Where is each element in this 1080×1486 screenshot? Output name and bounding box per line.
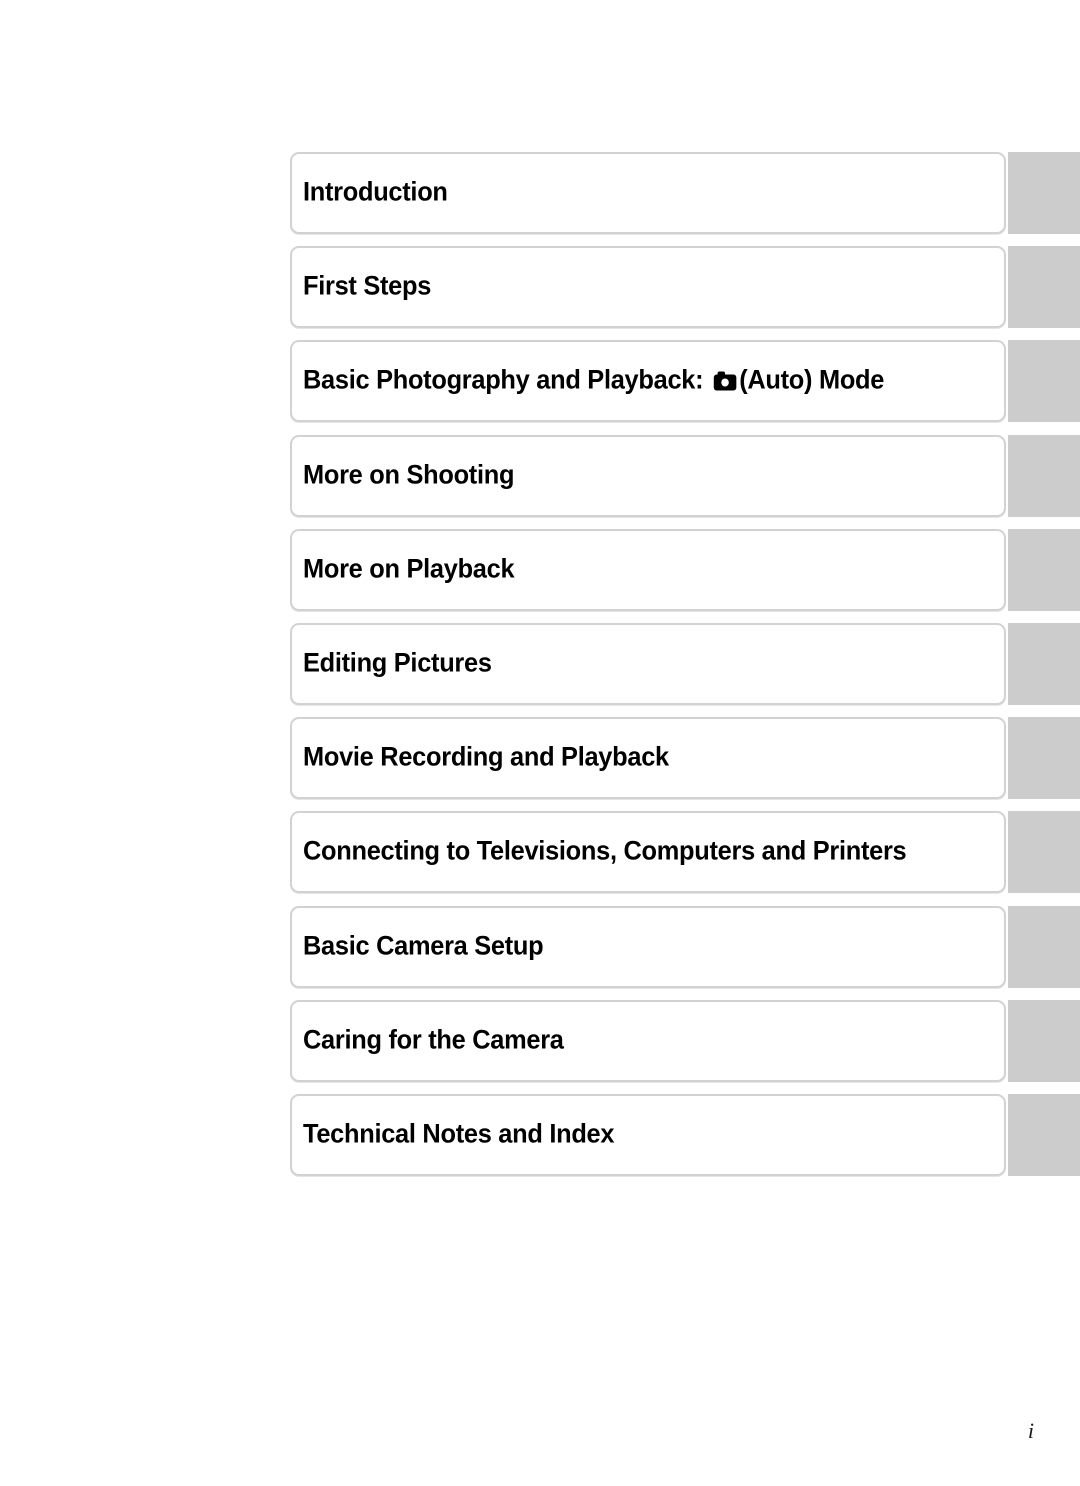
toc-entry-connecting-to-televisions-computers-and-printers[interactable]: Connecting to Televisions, Computers and… [290,811,1006,894]
table-of-contents-row[interactable]: Editing Pictures [0,621,1080,715]
index-tab-marker [1008,340,1080,423]
table-of-contents-row[interactable]: Basic Camera Setup [0,904,1080,998]
toc-entry-label: Introduction [303,176,448,207]
table-of-contents: Introduction First Steps Basic Photograp… [0,150,1080,1186]
table-of-contents-row[interactable]: More on Playback [0,527,1080,621]
toc-entry-label: Editing Pictures [303,647,492,678]
table-of-contents-row[interactable]: More on Shooting [0,433,1080,527]
toc-entry-label: More on Shooting [303,459,515,490]
index-tab-marker [1008,152,1080,234]
index-tab-marker [1008,246,1080,329]
toc-entry-more-on-playback[interactable]: More on Playback [290,528,1006,611]
toc-entry-label: Basic Camera Setup [303,930,544,960]
camera-auto-icon [713,371,737,391]
document-page: Introduction First Steps Basic Photograp… [0,0,1080,1486]
index-tab-marker [1008,434,1080,517]
table-of-contents-row[interactable]: First Steps [0,244,1080,338]
toc-entry-label: First Steps [303,270,432,301]
toc-entry-movie-recording-and-playback[interactable]: Movie Recording and Playback [290,717,1006,800]
toc-entry-technical-notes-and-index[interactable]: Technical Notes and Index [290,1093,1006,1176]
index-tab-marker [1008,905,1080,988]
toc-entry-label: Caring for the Camera [303,1024,564,1055]
page-number: i [1027,1418,1034,1443]
index-tab-marker [1008,1093,1080,1176]
toc-entry-label: Connecting to Televisions, Computers and… [303,835,907,866]
toc-entry-caring-for-the-camera[interactable]: Caring for the Camera [290,999,1006,1082]
table-of-contents-row[interactable]: Movie Recording and Playback [0,715,1080,809]
toc-entry-label-after-icon: (Auto) Mode [739,364,885,395]
table-of-contents-row[interactable]: Caring for the Camera [0,998,1080,1092]
toc-entry-editing-pictures[interactable]: Editing Pictures [290,622,1006,705]
table-of-contents-row[interactable]: Connecting to Televisions, Computers and… [0,809,1080,903]
toc-entry-label-before-icon: Basic Photography and Playback: [303,364,711,395]
toc-entry-label: Movie Recording and Playback [303,741,669,772]
toc-entry-basic-camera-setup[interactable]: Basic Camera Setup [290,905,1006,988]
table-of-contents-row[interactable]: Technical Notes and Index [0,1092,1080,1186]
toc-entry-introduction[interactable]: Introduction [290,152,1006,234]
toc-entry-more-on-shooting[interactable]: More on Shooting [290,434,1006,517]
toc-entry-label: Basic Photography and Playback: (Auto) M… [303,365,921,396]
toc-entry-first-steps[interactable]: First Steps [290,246,1006,329]
index-tab-marker [1008,811,1080,894]
toc-entry-basic-photography-and-playback[interactable]: Basic Photography and Playback: (Auto) M… [290,340,1006,423]
index-tab-marker [1008,717,1080,800]
index-tab-marker [1008,999,1080,1082]
index-tab-marker [1008,622,1080,705]
toc-entry-label: Technical Notes and Index [303,1118,615,1149]
index-tab-marker [1008,528,1080,611]
table-of-contents-row[interactable]: Introduction [0,150,1080,244]
table-of-contents-row[interactable]: Basic Photography and Playback: (Auto) M… [0,338,1080,432]
toc-entry-label: More on Playback [303,553,515,584]
